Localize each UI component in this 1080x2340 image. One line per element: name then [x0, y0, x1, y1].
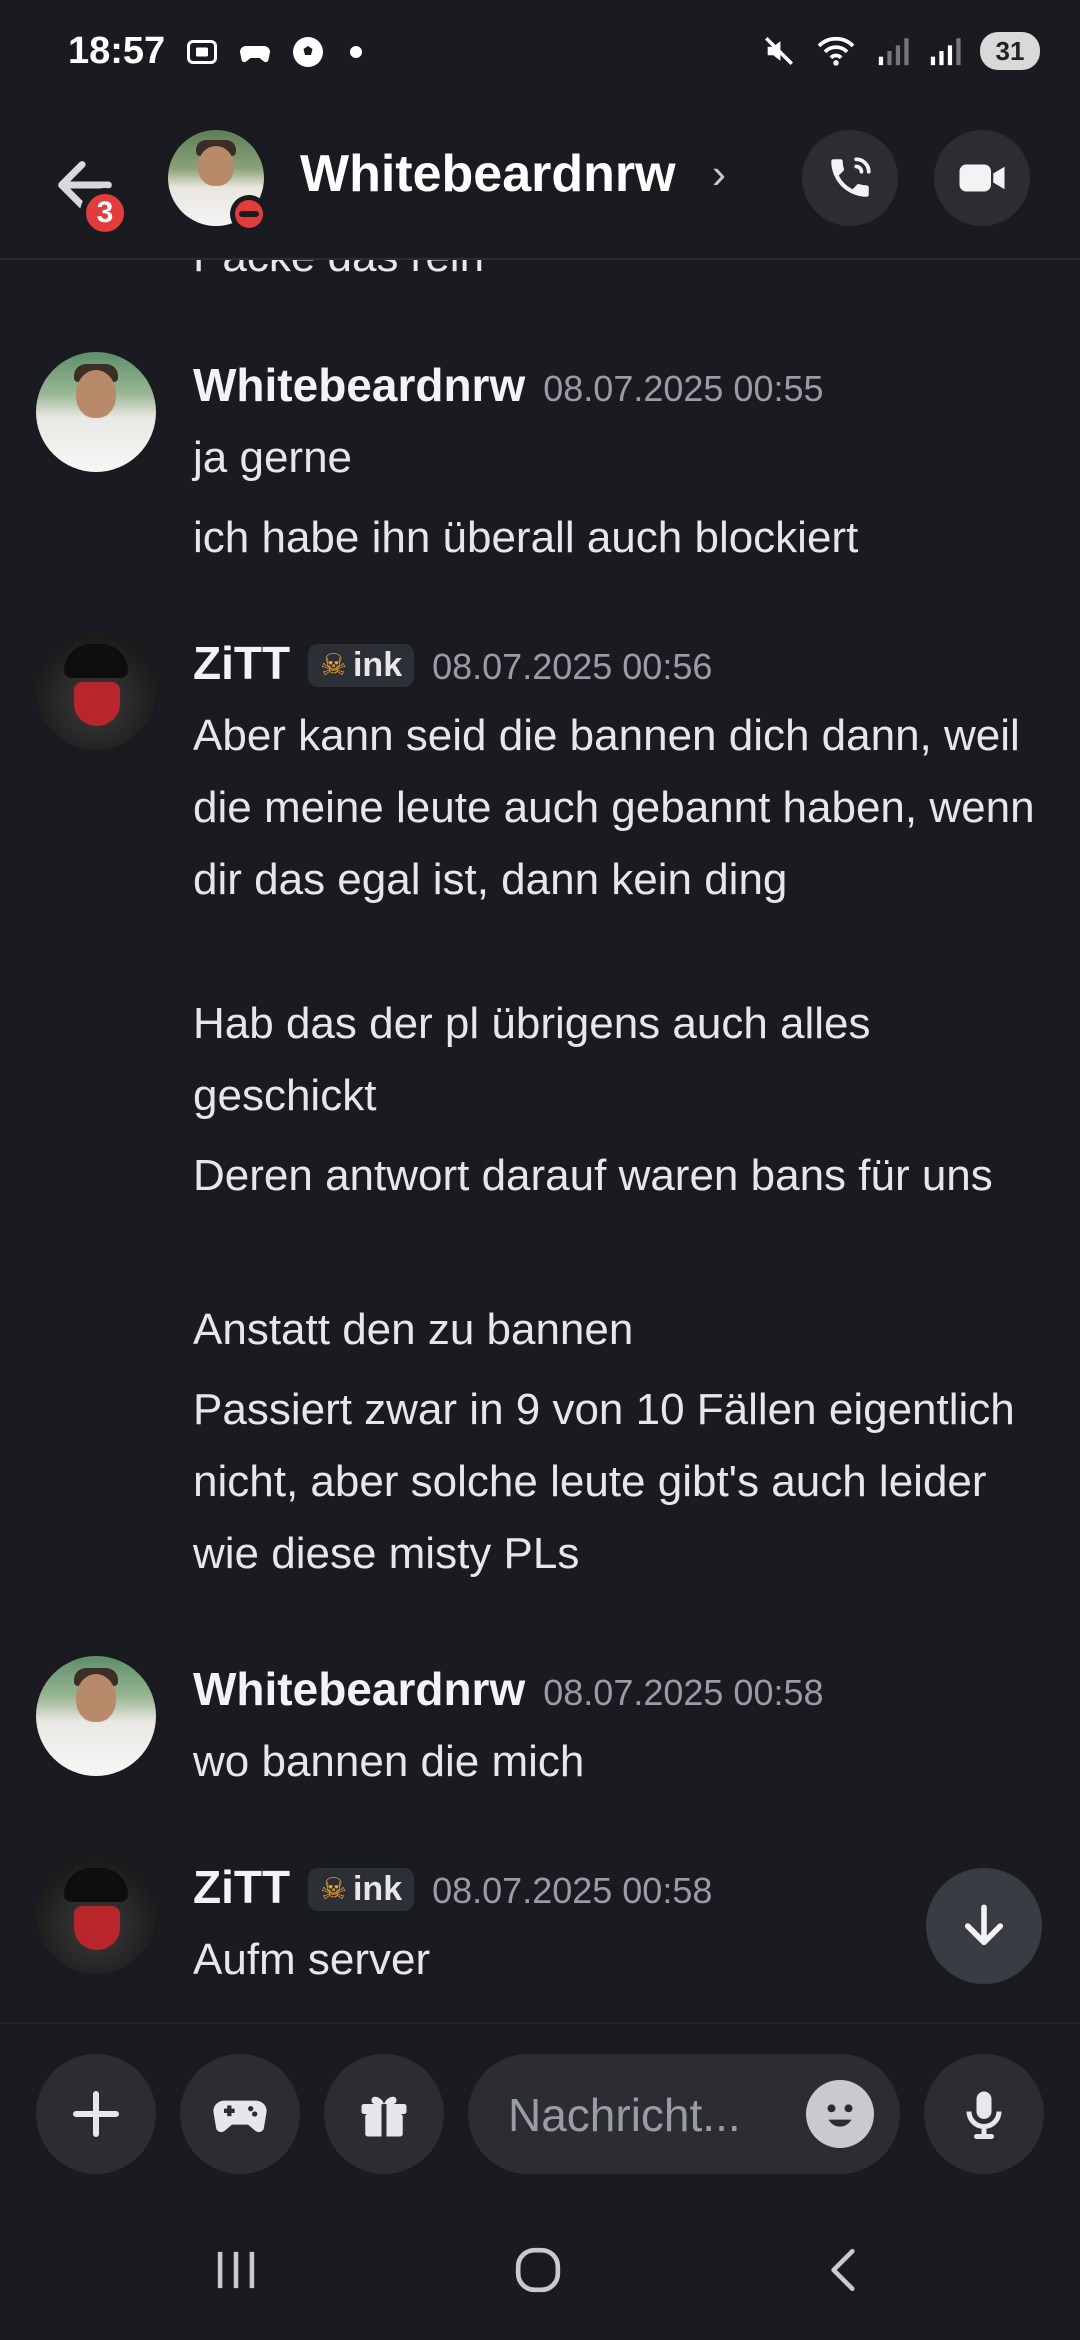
avatar[interactable] — [36, 1656, 156, 1776]
message-header: ZiTT ☠ ink 08.07.2025 00:56 — [193, 636, 712, 691]
home-button[interactable] — [502, 2240, 574, 2300]
message-text: ja gerne — [193, 433, 353, 482]
message-header: ZiTT ☠ ink 08.07.2025 00:58 — [193, 1860, 712, 1915]
system-nav-bar — [0, 2200, 1080, 2340]
username[interactable]: ZiTT — [193, 636, 290, 690]
unread-badge: 3 — [80, 188, 130, 238]
voice-call-button[interactable] — [802, 130, 898, 226]
chevron-right-icon[interactable]: › — [712, 150, 726, 198]
game-controller-icon — [213, 2100, 267, 2133]
message-input[interactable]: Nachricht... — [468, 2054, 900, 2174]
soccer-ball-icon — [293, 37, 323, 67]
arrow-down-icon — [964, 1904, 1004, 1946]
avatar[interactable] — [36, 630, 156, 750]
game-controller-icon — [240, 46, 270, 63]
notification-dot — [350, 46, 362, 58]
video-camera-icon — [959, 164, 1005, 192]
username[interactable]: Whitebeardnrw — [193, 1662, 525, 1716]
microphone-icon — [966, 2091, 1002, 2139]
skull-icon: ☠ — [320, 649, 347, 682]
wifi-icon — [817, 36, 855, 66]
emoji-button[interactable] — [806, 2080, 874, 2148]
chevron-left-icon — [831, 2248, 855, 2292]
message-text: Deren antwort darauf waren bans für uns — [193, 1151, 993, 1200]
avatar[interactable] — [36, 352, 156, 472]
activities-button[interactable] — [180, 2054, 300, 2174]
timestamp: 08.07.2025 00:56 — [432, 646, 713, 687]
timestamp: 08.07.2025 00:58 — [543, 1672, 824, 1713]
plus-icon — [73, 2091, 119, 2137]
message-text: Passiert zwar in 9 von 10 Fällen eigentl… — [193, 1385, 1015, 1578]
message-input-placeholder: Nachricht... — [508, 2089, 741, 2141]
status-icons-left — [184, 34, 362, 70]
mute-icon — [764, 36, 794, 66]
clan-tag[interactable]: ☠ ink — [308, 1868, 415, 1911]
jump-to-latest-button[interactable] — [926, 1868, 1042, 1984]
signal-icon — [930, 38, 961, 66]
gift-button[interactable] — [324, 2054, 444, 2174]
avatar[interactable] — [36, 1854, 156, 1974]
username[interactable]: ZiTT — [193, 1860, 290, 1914]
smiley-icon — [827, 2104, 853, 2127]
status-bar: 18:57 31 — [0, 0, 1080, 110]
message-list[interactable]: Packe das rein Whitebeardnrw 08.07.2025 … — [0, 260, 1080, 2020]
add-attachment-button[interactable] — [36, 2054, 156, 2174]
gift-icon — [361, 2096, 407, 2137]
skull-icon: ☠ — [320, 1873, 347, 1906]
battery-icon: 31 — [980, 32, 1040, 70]
message-text: Packe das rein — [193, 260, 484, 282]
home-icon — [515, 2247, 561, 2293]
chat-header: 3 Whitebeardnrw › — [0, 120, 1080, 260]
phone-icon — [831, 157, 871, 197]
voice-message-button[interactable] — [924, 2054, 1044, 2174]
signal-icon — [878, 38, 909, 66]
message-text: Aber kann seid die bannen dich dann, wei… — [193, 711, 1035, 904]
screenshot-icon — [187, 40, 217, 64]
page-title[interactable]: Whitebeardnrw — [300, 144, 676, 204]
message-text: ich habe ihn überall auch blockiert — [193, 513, 859, 562]
system-back-button[interactable] — [808, 2240, 880, 2300]
message-text: Hab das der pl übrigens auch alles gesch… — [193, 999, 871, 1120]
message-header: Whitebeardnrw 08.07.2025 00:58 — [193, 1662, 824, 1716]
message-header: Whitebeardnrw 08.07.2025 00:55 — [193, 358, 824, 412]
status-icons-right: 31 — [762, 32, 1040, 70]
timestamp: 08.07.2025 00:58 — [432, 1870, 713, 1911]
username[interactable]: Whitebeardnrw — [193, 358, 525, 412]
recent-apps-button[interactable] — [200, 2240, 272, 2300]
message-text: wo bannen die mich — [193, 1737, 585, 1786]
message-composer: Nachricht... — [0, 2022, 1080, 2204]
clan-tag[interactable]: ☠ ink — [308, 644, 415, 687]
message-text: Aufm server — [193, 1935, 431, 1984]
video-call-button[interactable] — [934, 130, 1030, 226]
recent-apps-icon — [217, 2251, 255, 2289]
status-time: 18:57 — [68, 30, 166, 72]
timestamp: 08.07.2025 00:55 — [543, 368, 824, 409]
message-text: Anstatt den zu bannen — [193, 1305, 634, 1354]
